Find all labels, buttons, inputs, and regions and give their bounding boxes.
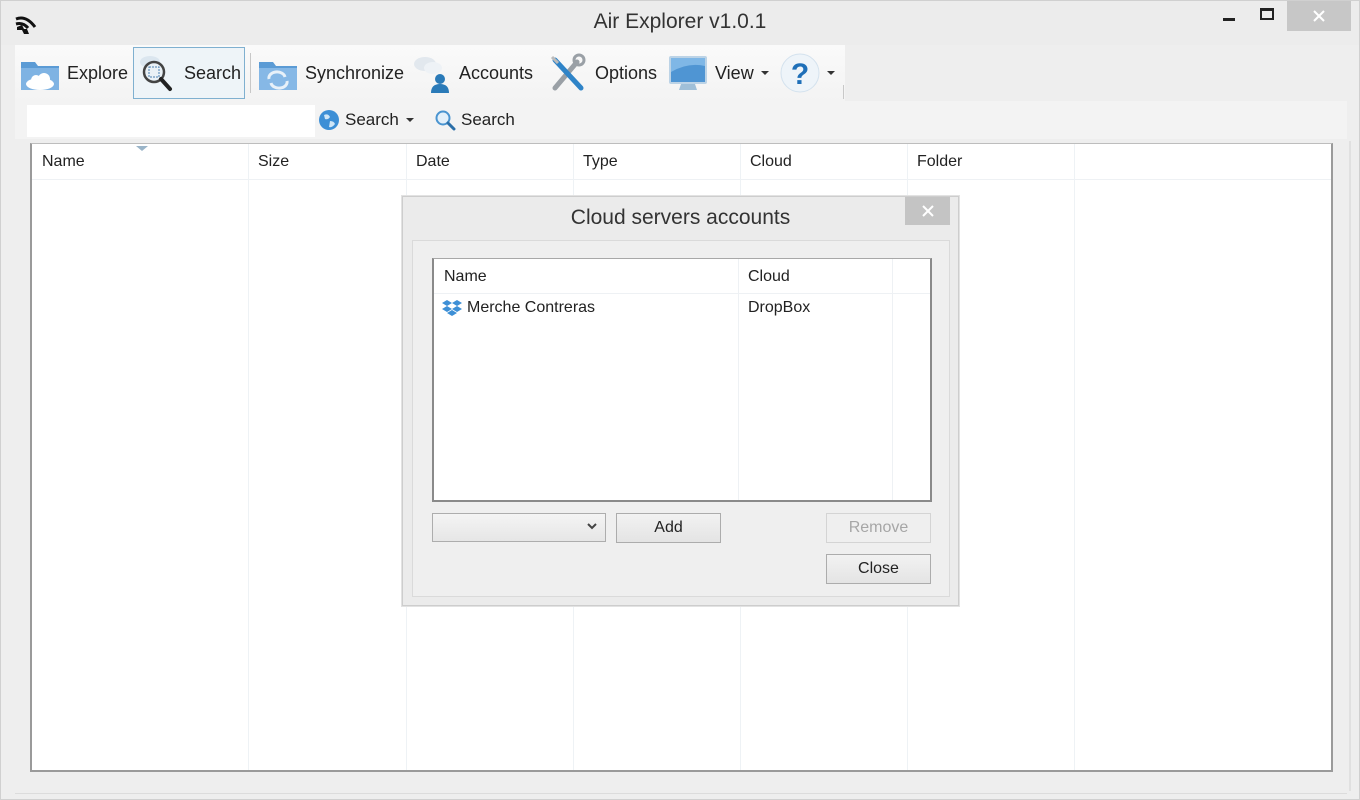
minimize-button[interactable] [1211,1,1247,31]
search-bar: Search Search [15,101,1347,139]
maximize-button[interactable] [1249,1,1285,31]
toolbar-search-label: Search [184,62,242,83]
toolbar-separator [250,53,251,93]
window-title: Air Explorer v1.0.1 [593,10,767,33]
chevron-down-icon [587,523,597,530]
close-window-button[interactable] [1287,1,1351,31]
dropbox-icon [442,300,462,316]
svg-text:?: ? [791,58,809,91]
column-header-date[interactable]: Date [406,144,573,180]
title-bar: Air Explorer v1.0.1 [1,1,1359,45]
sort-indicator-icon [136,146,148,151]
column-divider [248,144,249,770]
search-button[interactable]: Search [434,107,515,133]
dialog-body: Name Cloud Merche Contreras DropBox Add … [412,240,950,597]
accounts-header: Name Cloud [434,259,930,294]
account-row[interactable]: Merche Contreras DropBox [434,295,930,321]
accounts-column-cloud[interactable]: Cloud [738,259,892,294]
window-edge [1349,141,1351,791]
accounts-column-name[interactable]: Name [434,259,738,294]
account-name-cell: Merche Contreras [442,295,595,321]
remove-account-button[interactable]: Remove [826,513,931,543]
toolbar-options-button[interactable]: Options [547,47,657,99]
monitor-icon [669,56,707,90]
column-header-size[interactable]: Size [248,144,406,180]
column-divider [1074,144,1075,770]
search-button-label: Search [461,110,515,129]
toolbar-explore-button[interactable]: Explore [19,47,128,99]
close-icon [1313,10,1325,22]
cloud-search-icon [140,56,172,91]
search-scope-label: Search [345,110,399,129]
cloud-accounts-dialog: Cloud servers accounts Name Cloud Merche… [402,196,959,606]
minimize-icon [1223,17,1235,21]
column-header-folder[interactable]: Folder [907,144,1074,180]
results-header: Name Size Date Type Cloud Folder [32,144,1331,180]
dialog-close-action-button[interactable]: Close [826,554,931,584]
magnifier-icon [435,110,456,131]
sync-folder-icon [259,62,297,90]
search-scope-dropdown[interactable]: Search [318,107,414,133]
chevron-down-icon [827,71,835,75]
cloud-user-icon [414,57,449,93]
toolbar-view-label: View [715,62,754,83]
chevron-down-icon [405,118,414,122]
search-input[interactable] [27,105,315,137]
account-cloud-cell: DropBox [748,299,811,316]
add-account-button[interactable]: Add [616,513,721,543]
dialog-title: Cloud servers accounts [570,206,791,229]
globe-icon [319,110,339,130]
toolbar-synchronize-button[interactable]: Synchronize [257,47,404,99]
toolbar-synchronize-label: Synchronize [305,62,405,83]
toolbar-accounts-button[interactable]: Accounts [411,47,533,99]
toolbar-accounts-label: Accounts [459,62,534,83]
chevron-down-icon [760,71,769,75]
help-icon: ? [780,53,820,93]
cloud-folder-icon [21,62,59,90]
accounts-list[interactable]: Name Cloud Merche Contreras DropBox [432,258,932,502]
toolbar-view-button[interactable]: View [667,47,769,99]
close-icon [921,205,934,217]
app-window: Air Explorer v1.0.1 Explore Search Synch… [0,0,1360,800]
tools-icon [550,53,586,91]
toolbar-options-label: Options [595,62,658,83]
cloud-type-select[interactable] [432,513,606,542]
toolbar-help-button[interactable]: ? [779,47,835,99]
toolbar-explore-label: Explore [67,62,129,83]
maximize-icon [1260,8,1274,20]
dialog-close-button[interactable] [905,197,950,225]
column-header-type[interactable]: Type [573,144,740,180]
status-strip [15,774,1347,794]
account-name: Merche Contreras [467,299,596,316]
main-toolbar: Explore Search Synchronize Accounts Opti… [15,45,845,101]
toolbar-grip [843,85,844,99]
column-header-cloud[interactable]: Cloud [740,144,907,180]
toolbar-search-button[interactable]: Search [133,47,245,99]
